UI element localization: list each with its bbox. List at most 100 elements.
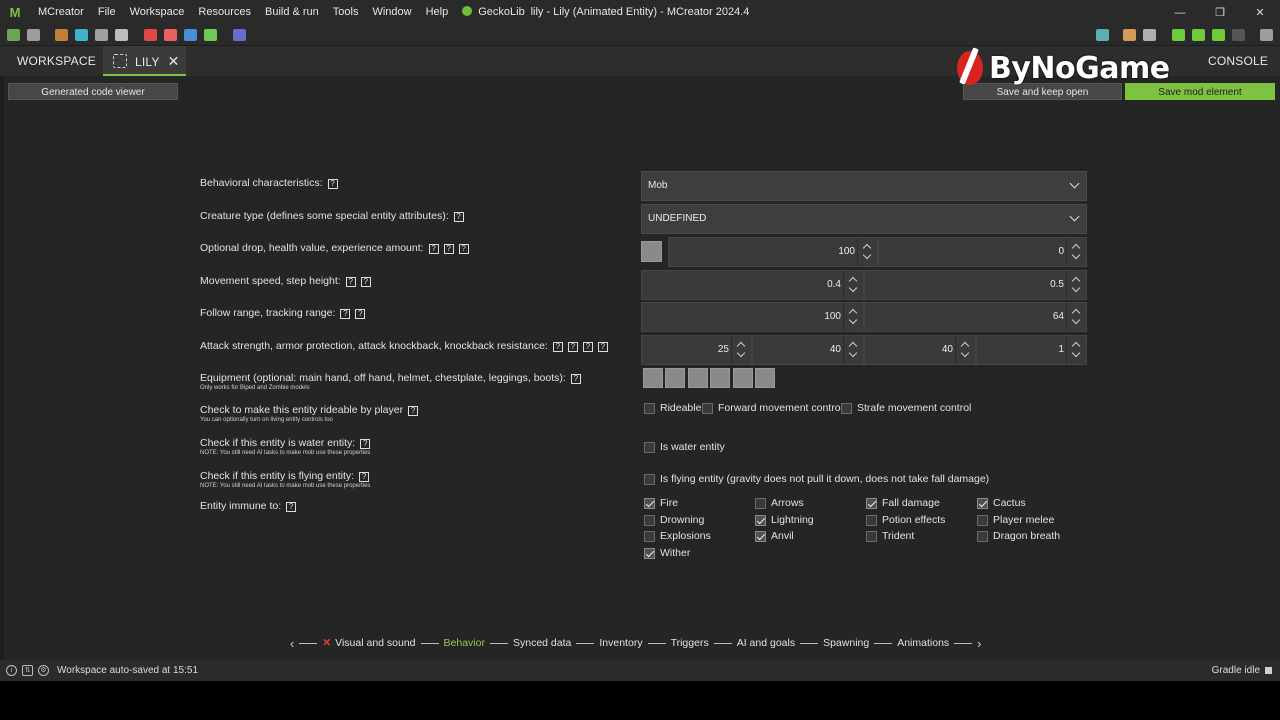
menu-window[interactable]: Window [365, 0, 418, 25]
workspace-icon[interactable] [7, 29, 20, 41]
immunity-checkbox[interactable]: Dragon breath [977, 530, 1060, 542]
menu-geckolib[interactable]: GeckoLib [455, 0, 531, 25]
immunity-checkbox[interactable]: Player melee [977, 514, 1054, 526]
tab-workspace[interactable]: WORKSPACE [17, 46, 96, 76]
tab-console[interactable]: CONSOLE [1208, 46, 1268, 76]
immunity-checkbox[interactable]: Drowning [644, 514, 704, 526]
texture-icon[interactable] [75, 29, 88, 41]
build-hammer-icon[interactable] [1143, 29, 1156, 41]
page-synced-data[interactable]: Synced data [513, 637, 571, 649]
close-icon[interactable]: ✕ [168, 53, 180, 69]
run-server-icon[interactable] [1212, 29, 1225, 41]
checkbox-box[interactable] [644, 473, 655, 485]
chevron-down-icon[interactable] [1071, 348, 1081, 358]
model-icon[interactable] [95, 29, 108, 41]
checkbox-box[interactable] [977, 530, 988, 542]
equipment-slot-off-hand[interactable] [665, 368, 685, 388]
spinner-buttons[interactable] [731, 336, 751, 364]
help-icon[interactable]: ? [359, 472, 370, 482]
localization-icon[interactable] [233, 29, 246, 41]
page-triggers[interactable]: Triggers [671, 637, 709, 649]
equipment-slot-helmet[interactable] [688, 368, 708, 388]
variables-icon[interactable] [184, 29, 197, 41]
help-icon[interactable]: ? [458, 244, 469, 254]
spinner-buttons[interactable] [955, 336, 975, 364]
help-icon[interactable]: ? [360, 439, 371, 449]
restore-button[interactable]: ❐ [1200, 0, 1240, 25]
generated-code-viewer-button[interactable]: Generated code viewer [8, 83, 178, 100]
immunity-checkbox[interactable]: Potion effects [866, 514, 945, 526]
gear-icon[interactable]: ⚙ [38, 665, 49, 676]
chevron-down-icon[interactable] [848, 315, 858, 325]
help-icon[interactable]: ? [443, 244, 454, 254]
help-icon[interactable]: ? [552, 342, 563, 352]
menu-tools[interactable]: Tools [326, 0, 366, 25]
stop-icon[interactable] [1232, 29, 1245, 41]
checkbox-box[interactable] [644, 530, 655, 542]
equipment-slot-boots[interactable] [755, 368, 775, 388]
menu-resources[interactable]: Resources [191, 0, 258, 25]
chevron-right-icon[interactable]: › [977, 636, 981, 651]
health-spinner[interactable]: 100 [668, 237, 878, 267]
armor-spinner[interactable]: 40 [752, 335, 864, 365]
checkbox-box[interactable] [644, 497, 655, 509]
checkbox-box[interactable] [866, 530, 877, 542]
spinner-buttons[interactable] [1066, 271, 1086, 299]
tab-lily[interactable]: LILY ✕ [103, 46, 186, 76]
spinner-buttons[interactable] [843, 336, 863, 364]
checkbox-box[interactable] [644, 547, 655, 559]
chevron-down-icon[interactable] [1071, 283, 1081, 293]
immunity-checkbox[interactable]: Arrows [755, 497, 804, 509]
checkbox-box[interactable] [755, 514, 766, 526]
help-icon[interactable]: ? [453, 212, 464, 222]
follow-range-spinner[interactable]: 100 [641, 302, 864, 332]
page-behavior[interactable]: Behavior [444, 637, 485, 649]
help-icon[interactable]: ? [428, 244, 439, 254]
spinner-buttons[interactable] [843, 303, 863, 331]
chevron-down-icon[interactable] [1071, 315, 1081, 325]
info-icon[interactable]: i [6, 665, 17, 676]
chevron-down-icon[interactable] [848, 283, 858, 293]
immunity-checkbox[interactable]: Fall damage [866, 497, 940, 509]
help-icon[interactable]: ? [345, 277, 356, 287]
animation-icon[interactable] [164, 29, 177, 41]
checkbox-box[interactable] [755, 497, 766, 509]
checkbox-box[interactable] [866, 497, 877, 509]
knockback-spinner[interactable]: 40 [864, 335, 976, 365]
help-icon[interactable]: ? [597, 342, 608, 352]
debug-icon[interactable] [1192, 29, 1205, 41]
drop-item-slot[interactable] [641, 241, 662, 262]
immunity-checkbox[interactable]: Trident [866, 530, 914, 542]
gradle-stop-icon[interactable] [1265, 667, 1272, 674]
creature-type-dropdown[interactable]: UNDEFINED [641, 204, 1087, 234]
page-ai-goals[interactable]: AI and goals [737, 637, 795, 649]
help-icon[interactable]: ? [286, 502, 297, 512]
spinner-buttons[interactable] [1066, 303, 1086, 331]
spinner-buttons[interactable] [1066, 238, 1086, 266]
equipment-slot-leggings[interactable] [733, 368, 753, 388]
spinner-buttons[interactable] [1066, 336, 1086, 364]
checkbox-box[interactable] [977, 497, 988, 509]
checkbox-box[interactable] [841, 402, 852, 414]
structure-icon[interactable] [144, 29, 157, 41]
checkbox-box[interactable] [977, 514, 988, 526]
help-icon[interactable]: ? [360, 277, 371, 287]
help-icon[interactable]: ? [408, 406, 419, 416]
checkbox-box[interactable] [866, 514, 877, 526]
help-icon[interactable]: ? [570, 374, 581, 384]
rideable-checkbox[interactable]: Rideable [644, 402, 701, 414]
water-entity-checkbox[interactable]: Is water entity [644, 441, 725, 453]
sound-icon[interactable] [115, 29, 128, 41]
equipment-slot-main-hand[interactable] [643, 368, 663, 388]
chevron-down-icon[interactable] [960, 348, 970, 358]
chevron-down-icon[interactable] [862, 250, 872, 260]
xp-spinner[interactable]: 0 [878, 237, 1087, 267]
close-window-button[interactable]: ✕ [1240, 0, 1280, 25]
minimize-button[interactable]: — [1160, 0, 1200, 25]
immunity-checkbox[interactable]: Lightning [755, 514, 814, 526]
chevron-down-icon[interactable] [848, 348, 858, 358]
settings-icon[interactable] [27, 29, 40, 41]
forward-control-checkbox[interactable]: Forward movement control [702, 402, 843, 414]
chevron-down-icon[interactable] [736, 348, 746, 358]
kb-resistance-spinner[interactable]: 1 [976, 335, 1087, 365]
